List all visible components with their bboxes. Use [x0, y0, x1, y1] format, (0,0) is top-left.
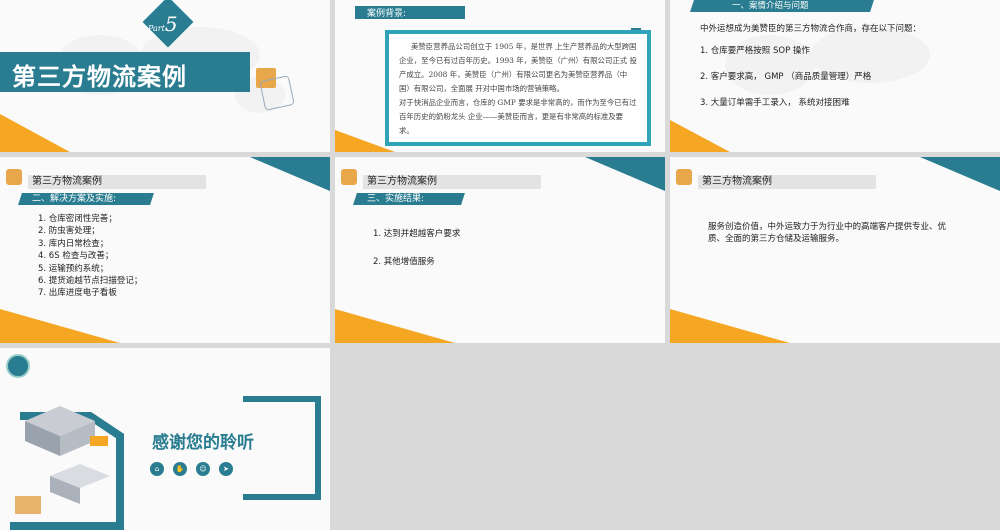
solution-list: 1. 仓库密闭性完善； 2. 防虫害处理； 3. 库内日常检查； 4. 6S 检… — [38, 213, 142, 300]
intro-text: 中外运想成为美赞臣的第三方物流合作商，存在以下问题： — [700, 24, 922, 34]
box-icon — [341, 169, 357, 185]
box-icon — [6, 169, 22, 185]
list-item: 3. 库内日常检查； — [38, 238, 109, 249]
slide-title: 第三方物流案例 — [12, 63, 187, 91]
header-bar: 第三方物流案例 — [363, 175, 541, 189]
part-number: 5 — [164, 12, 178, 36]
delivery-icon: ➤ — [219, 462, 233, 476]
slide-thumbnail-4[interactable]: 第三方物流案例 二、解决方案及实施: 1. 仓库密闭性完善； 2. 防虫害处理；… — [0, 157, 330, 343]
body-text: 服务创造价值，中外运致力于为行业中的高端客户提供专业、优质、全面的第三方仓储及运… — [708, 222, 947, 244]
list-item: 2. 防虫害处理； — [38, 226, 100, 237]
team-icon: ☺ — [196, 462, 210, 476]
paragraph-1: 美赞臣营养品公司创立于 1905 年，是世界 上生产营养品的大型跨国企业，至今已… — [399, 42, 637, 93]
orange-corner-decoration — [335, 309, 455, 343]
section-label: 一、案情介绍与问题 — [732, 1, 809, 11]
orange-corner-decoration — [670, 120, 730, 152]
header-title: 第三方物流案例 — [702, 176, 772, 187]
section-label: 二、解决方案及实施: — [32, 194, 117, 204]
list-item: 5. 运输预约系统； — [38, 263, 109, 274]
slide-thumbnail-7[interactable]: 感谢您的聆听 ⌂ ✋ ☺ ➤ — [0, 348, 330, 530]
background-card: 美赞臣营养品公司创立于 1905 年，是世界 上生产营养品的大型跨国企业，至今已… — [385, 30, 651, 146]
paragraph-2: 对于快消品企业而言，仓库的 GMP 要求是非常高的，而作为至今已有过百年历史的奶… — [399, 98, 637, 135]
header-bar: 第三方物流案例 — [28, 175, 206, 189]
result-list: 1. 达到并超越客户要求 2. 其他增值服务 — [373, 227, 460, 283]
icon-row: ⌂ ✋ ☺ ➤ — [150, 456, 242, 476]
list-item: 7. 出库进度电子看板 — [38, 288, 117, 299]
section-bar: 三、实施结果: — [353, 193, 465, 205]
handshake-icon: ✋ — [173, 462, 187, 476]
warehouse-illustration — [10, 406, 124, 530]
list-item: 1. 仓库要严格按照 SOP 操作 — [700, 46, 810, 56]
stamp-icon — [259, 75, 295, 111]
list-item: 1. 仓库密闭性完善； — [38, 214, 117, 224]
section-tab: 案例背景: — [355, 6, 465, 19]
list-item: 2. 客户要求高， GMP （商品质量管理）严格 — [700, 72, 872, 82]
corner-banner — [250, 157, 330, 191]
section-bar: 一、案情介绍与问题 — [690, 0, 874, 12]
corner-banner — [920, 157, 1000, 191]
slide-thumbnail-3[interactable]: 一、案情介绍与问题 中外运想成为美赞臣的第三方物流合作商，存在以下问题： 1. … — [670, 0, 1000, 152]
list-item: 6. 提货逾越节点扫描登记； — [38, 276, 143, 287]
slide-thumbnail-5[interactable]: 第三方物流案例 三、实施结果: 1. 达到并超越客户要求 2. 其他增值服务 — [335, 157, 665, 343]
header-title: 第三方物流案例 — [367, 176, 437, 187]
list-item: 4. 6S 检查与改善； — [38, 251, 114, 262]
list-item: 1. 达到并超越客户要求 — [373, 229, 461, 239]
slide-thumbnail-6[interactable]: 第三方物流案例 服务创造价值，中外运致力于为行业中的高端客户提供专业、优质、全面… — [670, 157, 1000, 343]
frame-decoration — [243, 396, 321, 500]
section-tab-label: 案例背景: — [367, 9, 407, 19]
orange-corner-decoration — [0, 309, 120, 343]
warehouse-icon: ⌂ — [150, 462, 164, 476]
section-bar: 二、解决方案及实施: — [18, 193, 154, 205]
slide-thumbnail-2[interactable]: 案例背景: 美赞臣营养品公司创立于 1905 年，是世界 上生产营养品的大型跨国… — [335, 0, 665, 152]
section-label: 三、实施结果: — [367, 194, 425, 204]
thanks-text: 感谢您的聆听 — [152, 433, 254, 453]
header-title: 第三方物流案例 — [32, 176, 102, 187]
box-icon — [676, 169, 692, 185]
list-item: 2. 其他增值服务 — [373, 257, 435, 267]
title-band: 第三方物流案例 — [0, 52, 250, 92]
corner-banner — [585, 157, 665, 191]
orange-corner-decoration — [0, 114, 70, 152]
orange-corner-decoration — [670, 309, 790, 343]
slide-thumbnail-1[interactable]: Part5 第三方物流案例 — [0, 0, 330, 152]
problem-list: 1. 仓库要严格按照 SOP 操作 2. 客户要求高， GMP （商品质量管理）… — [700, 44, 871, 122]
part-prefix: Part — [148, 24, 165, 33]
header-bar: 第三方物流案例 — [698, 175, 876, 189]
school-logo-icon — [6, 354, 30, 378]
list-item: 3. 大量订单需手工录入， 系统对接困难 — [700, 98, 850, 108]
